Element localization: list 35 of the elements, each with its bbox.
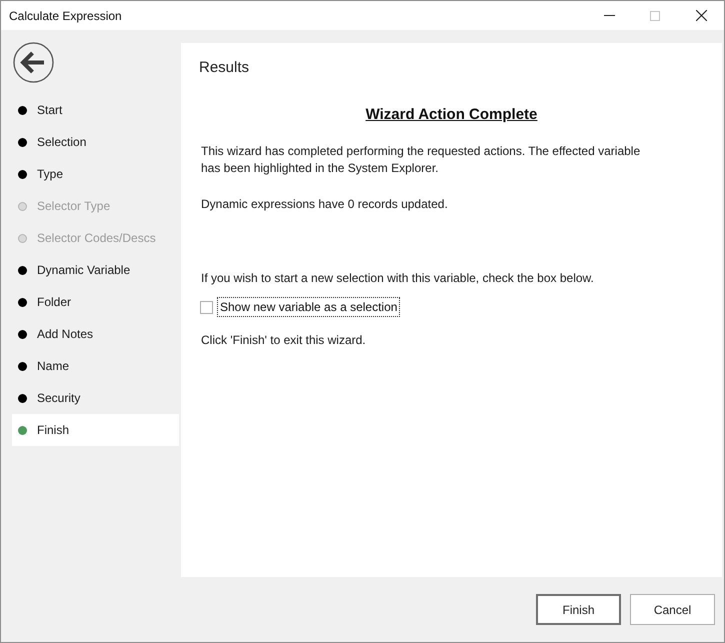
message-text: Dynamic expressions have 0 records updated.: [201, 196, 449, 213]
close-icon: [696, 10, 706, 21]
step-dot-icon: [18, 202, 27, 210]
window-title: Calculate Expression: [9, 8, 122, 22]
step-dot-icon: [18, 138, 27, 146]
back-button[interactable]: [13, 42, 54, 83]
exit-hint-text: Click 'Finish' to exit this wizard.: [201, 333, 366, 347]
step-dot-icon: [18, 170, 27, 178]
step-dot-icon: [18, 234, 27, 242]
step-dot-icon: [18, 330, 27, 338]
checkbox[interactable]: [200, 300, 213, 314]
completion-heading: Wizard Action Complete: [366, 106, 538, 123]
step-item[interactable]: Add Notes: [12, 318, 179, 350]
finish-button[interactable]: Finish: [536, 594, 621, 625]
step-dot-icon: [18, 394, 27, 402]
step-item[interactable]: Folder: [12, 286, 179, 318]
prompt-text: If you wish to start a new selection with this variable, check the box below.: [201, 270, 594, 287]
step-dot-icon: [18, 106, 27, 114]
step-dot-icon: [18, 266, 27, 274]
step-dot-icon: [18, 426, 27, 434]
step-item[interactable]: Finish: [12, 414, 179, 446]
cancel-button[interactable]: Cancel: [630, 594, 715, 625]
step-item[interactable]: Selection: [12, 126, 179, 158]
minimize-icon: [604, 15, 614, 16]
step-item[interactable]: Start: [12, 94, 179, 126]
step-item[interactable]: Name: [12, 350, 179, 382]
message-text: This wizard has completed performing the requested actions. The effected variable has been highlighted in the System Explorer.: [201, 143, 642, 177]
step-dot-icon: [18, 362, 27, 370]
step-item[interactable]: Dynamic Variable: [12, 254, 179, 286]
checkbox-label[interactable]: Show new variable as a selection: [217, 297, 400, 317]
step-item[interactable]: Type: [12, 158, 179, 190]
step-item[interactable]: Security: [12, 382, 179, 414]
maximize-icon: [650, 10, 660, 20]
step-dot-icon: [18, 298, 27, 306]
page-title: Results: [199, 59, 250, 76]
